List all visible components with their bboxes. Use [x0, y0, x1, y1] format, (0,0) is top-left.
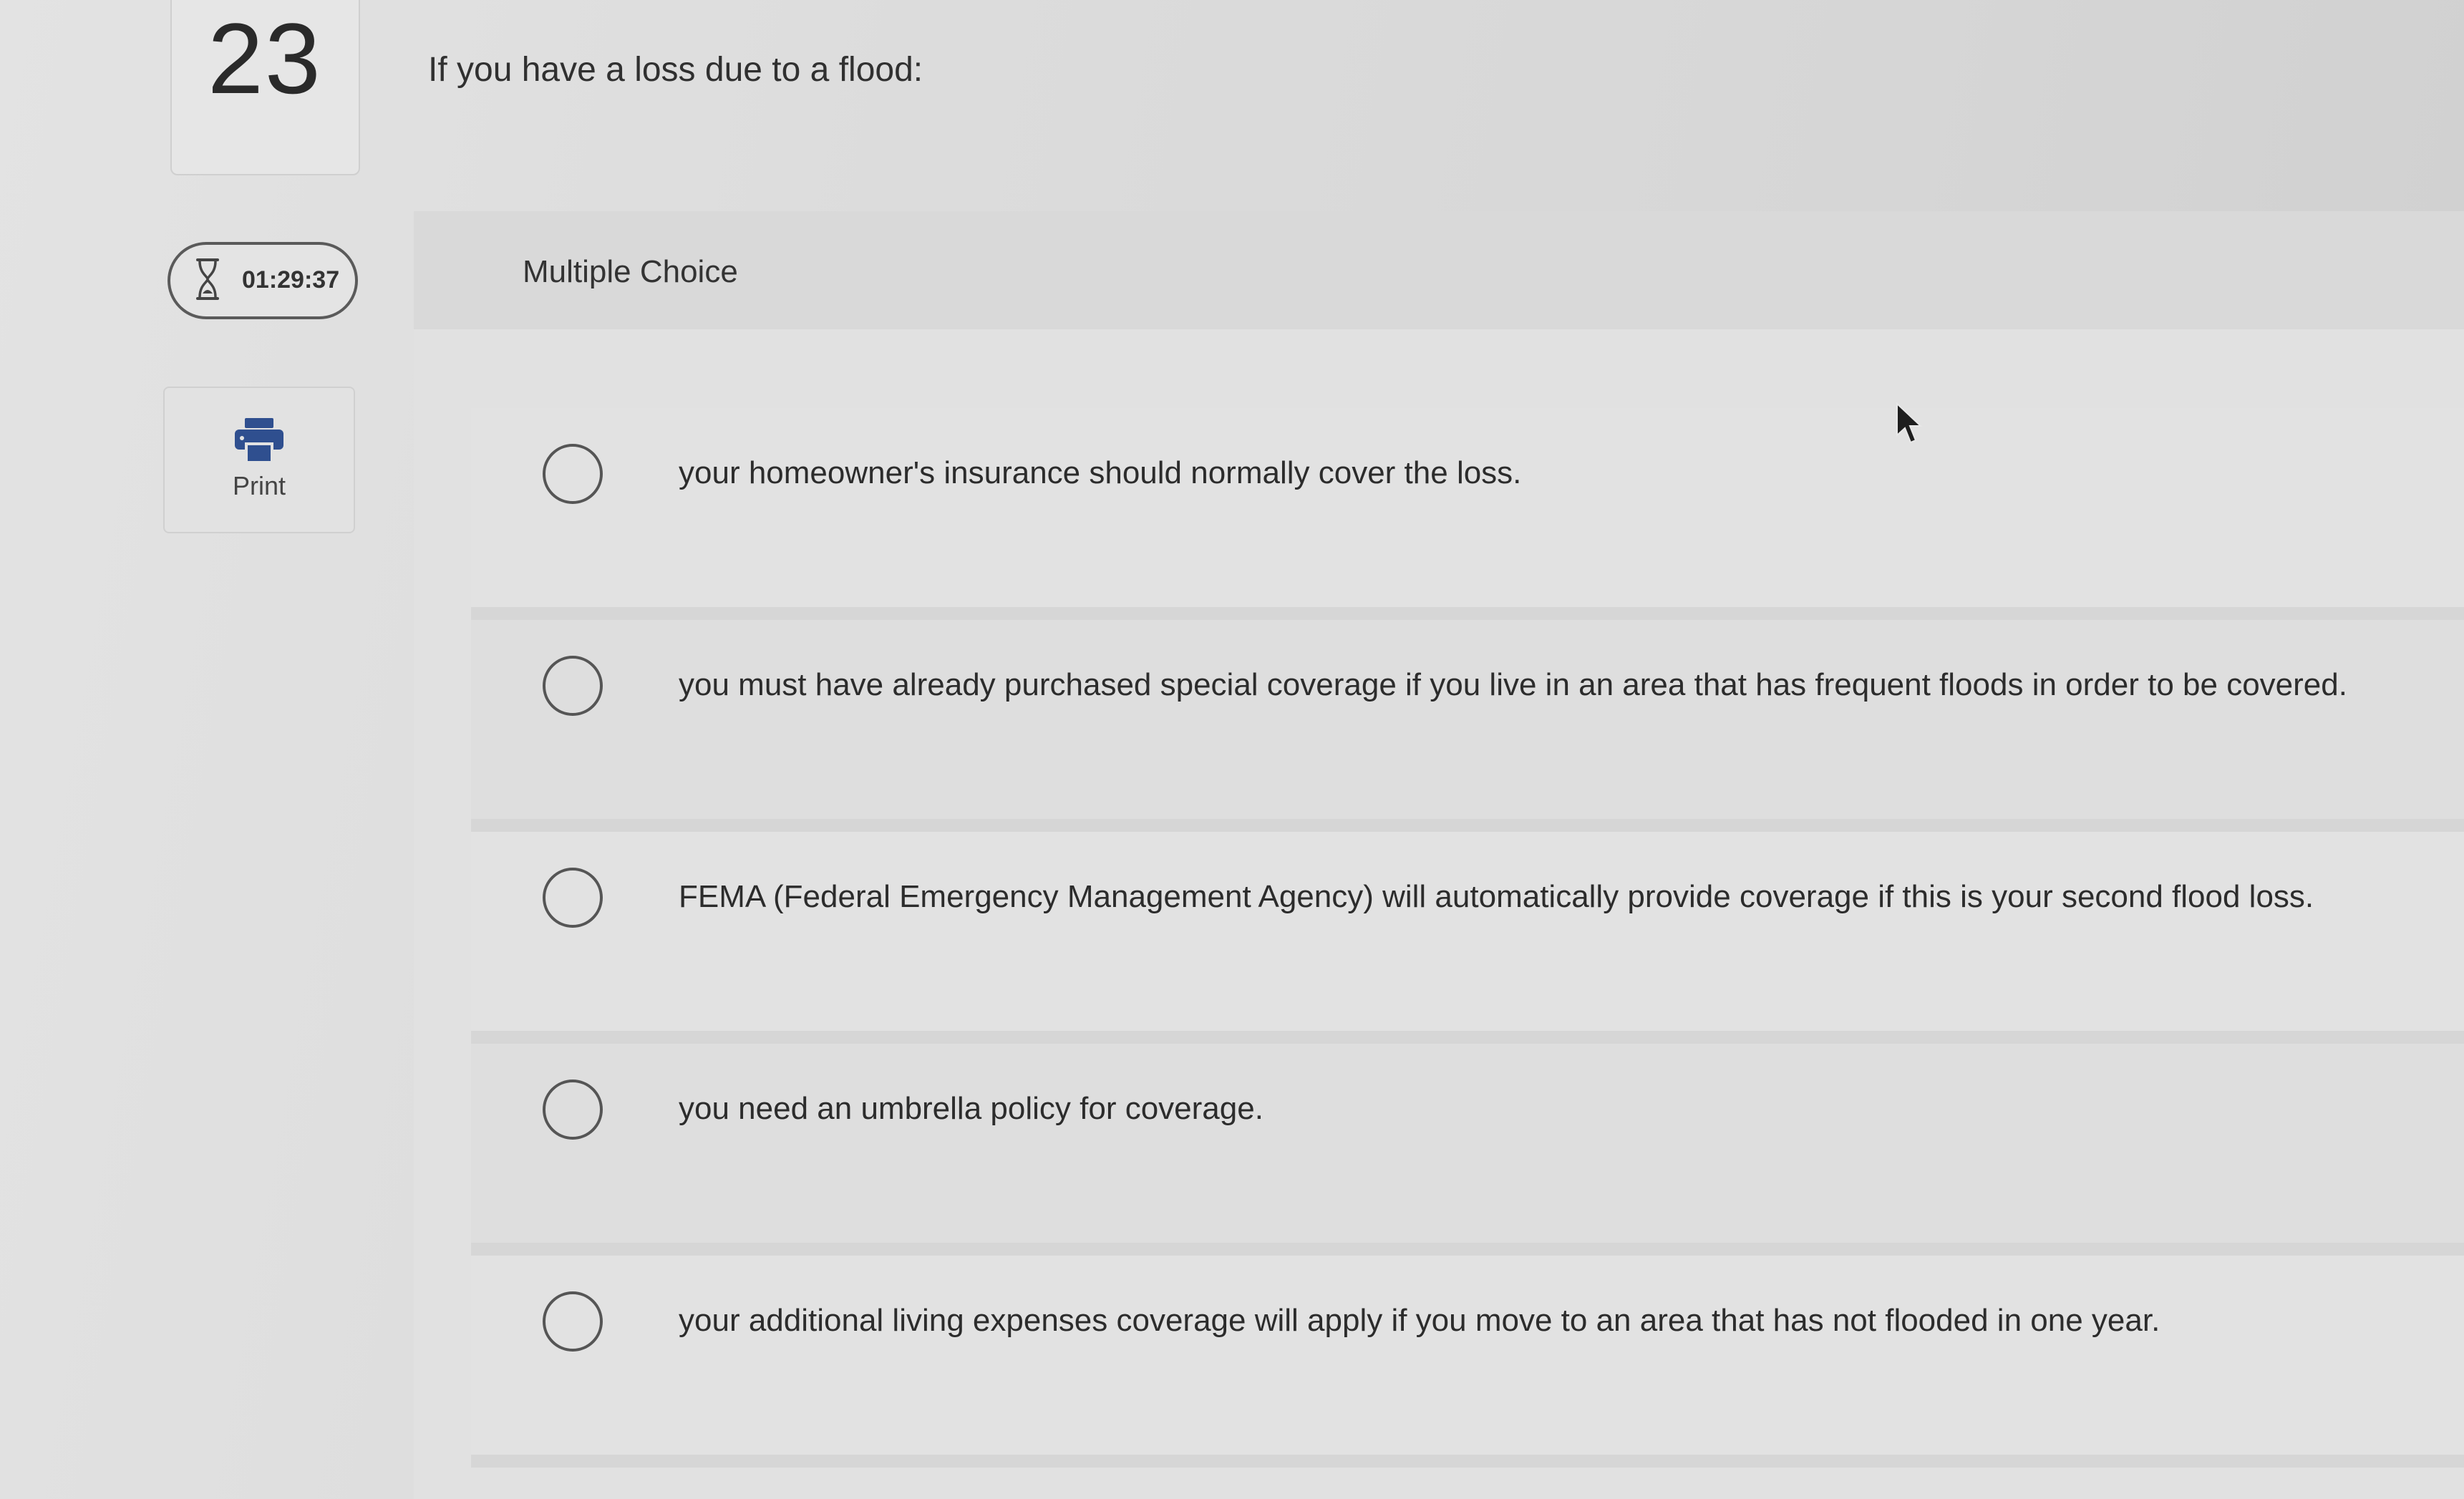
- answer-option-text[interactable]: you need an umbrella policy for coverage…: [679, 1091, 1263, 1127]
- answer-option-text[interactable]: FEMA (Federal Emergency Management Agenc…: [679, 879, 2314, 915]
- answer-option[interactable]: your additional living expenses coverage…: [471, 1256, 2464, 1468]
- radio-button[interactable]: [543, 444, 603, 504]
- answer-option[interactable]: you need an umbrella policy for coverage…: [471, 1044, 2464, 1256]
- question-text: If you have a loss due to a flood:: [428, 51, 923, 89]
- printer-icon: [235, 418, 283, 464]
- print-label: Print: [232, 471, 286, 500]
- answer-option-text[interactable]: your additional living expenses coverage…: [679, 1303, 2160, 1339]
- answer-options: your homeowner's insurance should normal…: [471, 408, 2464, 1468]
- question-number: 23: [208, 2, 322, 115]
- hourglass-icon: [196, 258, 219, 300]
- mouse-pointer-icon: [1896, 402, 1923, 444]
- question-number-card: 23: [170, 0, 360, 175]
- answer-option[interactable]: you must have already purchased special …: [471, 620, 2464, 832]
- answer-panel: Multiple Choice your homeowner's insuran…: [414, 211, 2464, 1499]
- timer-value: 01:29:37: [242, 266, 340, 294]
- radio-button[interactable]: [543, 868, 603, 928]
- panel-header: Multiple Choice: [414, 211, 2464, 329]
- question-type-label: Multiple Choice: [523, 254, 738, 289]
- radio-button[interactable]: [543, 1291, 603, 1352]
- print-button[interactable]: Print: [163, 387, 355, 533]
- answer-option[interactable]: your homeowner's insurance should normal…: [471, 408, 2464, 620]
- answer-option-text[interactable]: your homeowner's insurance should normal…: [679, 455, 1521, 491]
- timer-badge[interactable]: 01:29:37: [168, 242, 358, 319]
- radio-button[interactable]: [543, 656, 603, 716]
- radio-button[interactable]: [543, 1080, 603, 1140]
- answer-option[interactable]: FEMA (Federal Emergency Management Agenc…: [471, 832, 2464, 1044]
- answer-option-text[interactable]: you must have already purchased special …: [679, 667, 2347, 703]
